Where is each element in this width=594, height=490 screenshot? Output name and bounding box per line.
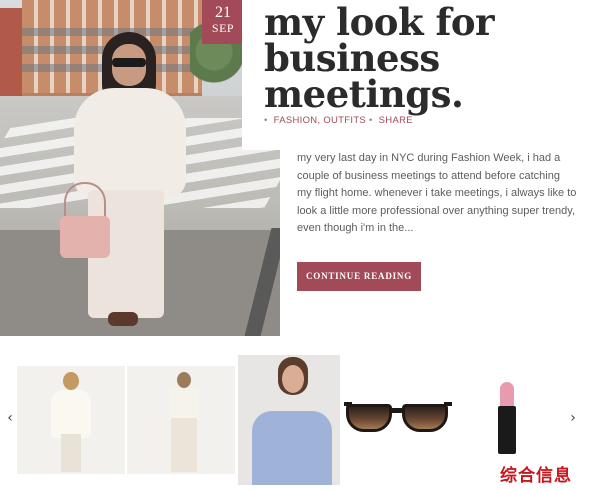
product-model-white-top[interactable] <box>17 366 125 474</box>
pink-handbag <box>60 216 110 258</box>
post-title[interactable]: my look for business meetings. <box>264 4 584 113</box>
hero-photo[interactable] <box>0 0 280 336</box>
continue-reading-button[interactable]: CONTINUE READING <box>297 262 421 291</box>
date-month: SEP <box>211 21 235 35</box>
carousel-next-icon[interactable]: › <box>566 408 580 428</box>
product-model-blue-blouse[interactable] <box>238 355 340 485</box>
product-sunglasses[interactable] <box>344 390 452 444</box>
post-header: my look for business meetings. • FASHION,… <box>242 0 594 150</box>
product-pink-lipstick[interactable] <box>496 382 520 454</box>
carousel-prev-icon[interactable]: ‹ <box>3 408 17 428</box>
share-link[interactable]: SHARE <box>379 115 413 126</box>
category-links[interactable]: FASHION, OUTFITS <box>274 115 366 126</box>
watermark: 综合信息 <box>500 466 572 486</box>
date-badge: 21 SEP <box>202 0 244 44</box>
post-excerpt: my very last day in NYC during Fashion W… <box>297 152 577 235</box>
woman-figure <box>60 32 190 332</box>
date-day: 21 <box>215 4 231 21</box>
product-model-white-pants[interactable] <box>127 366 235 474</box>
post-meta: • FASHION, OUTFITS • SHARE <box>264 115 413 126</box>
